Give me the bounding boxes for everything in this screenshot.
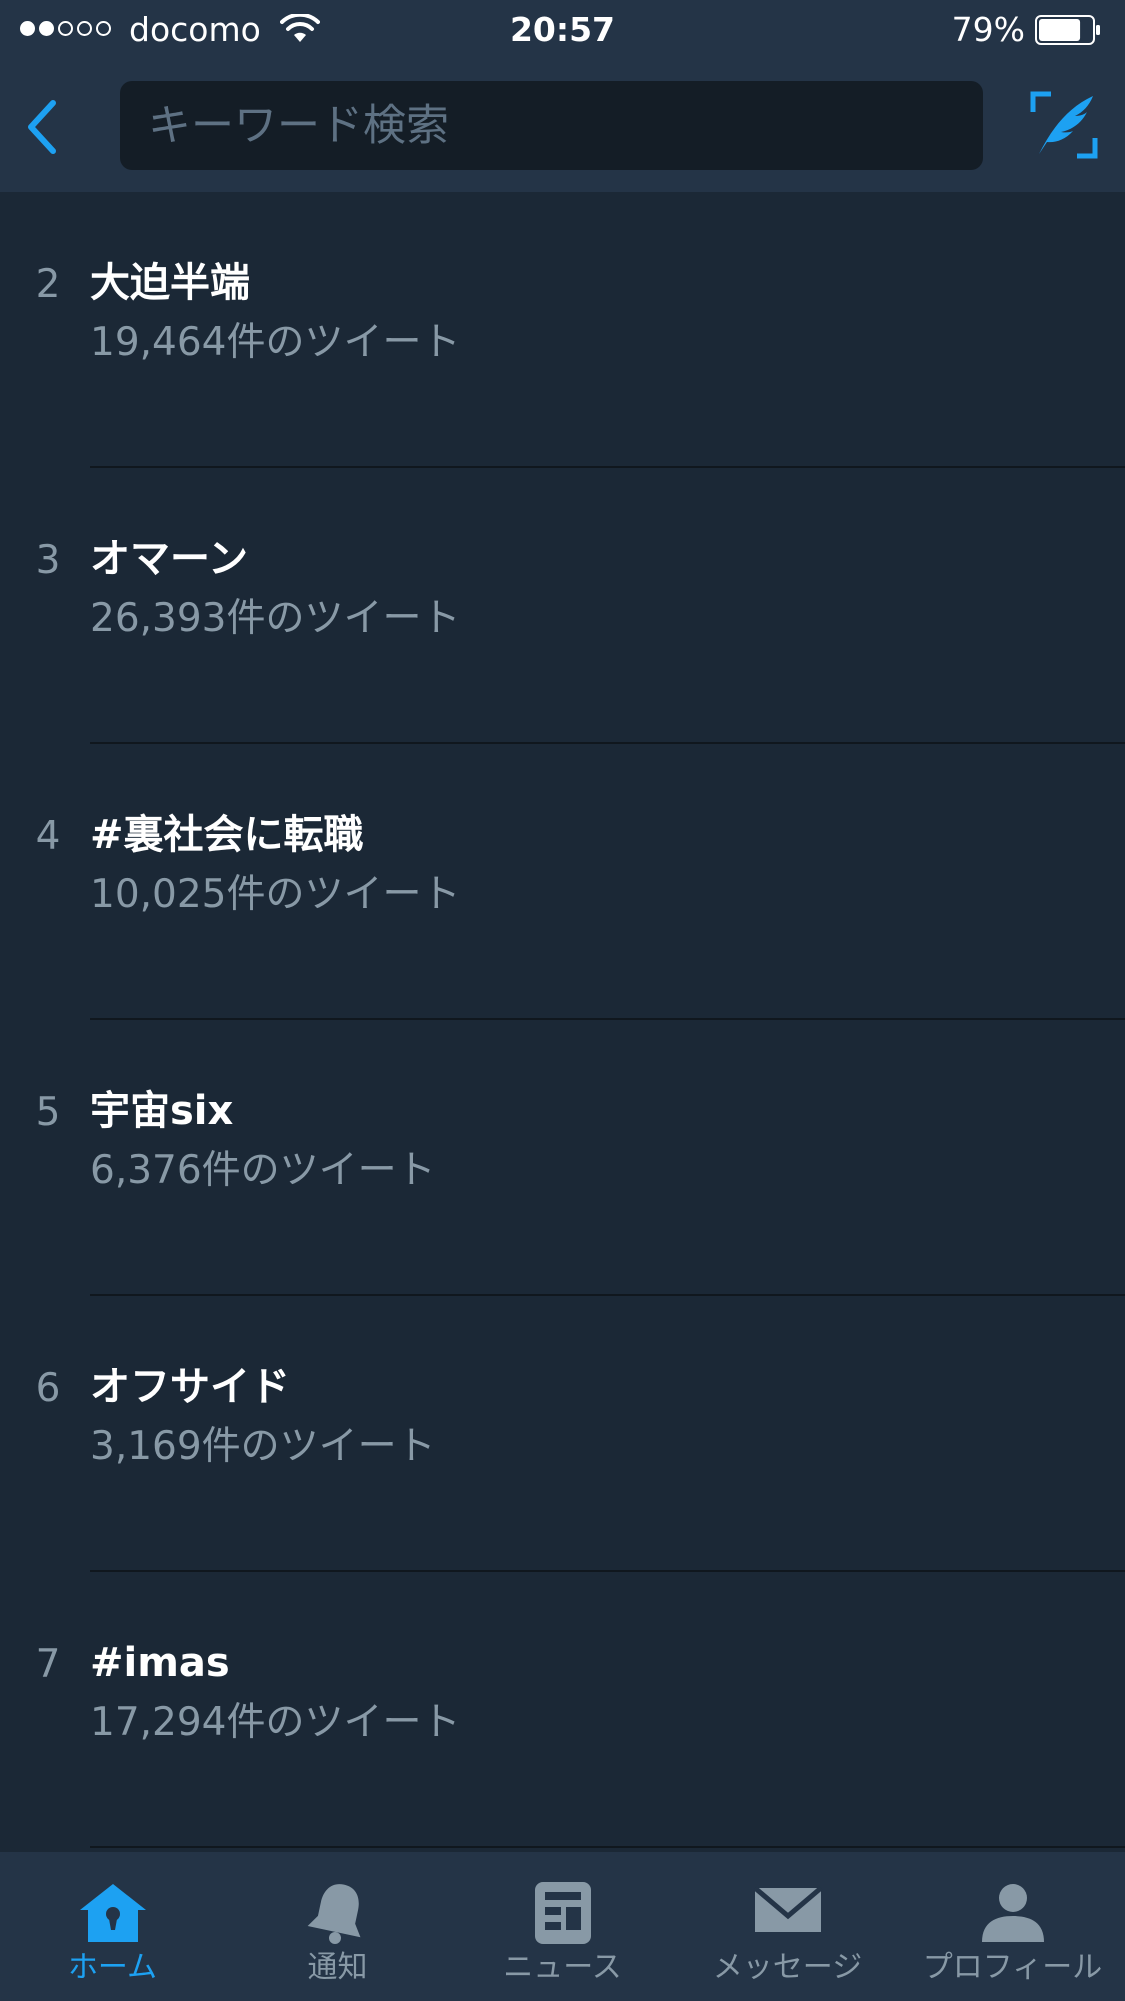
- trend-tweet-count: 10,025件のツイート: [90, 872, 461, 917]
- trend-tweet-count: 19,464件のツイート: [90, 320, 461, 365]
- envelope-icon: [753, 1886, 823, 1932]
- trend-name: オフサイド: [90, 1364, 290, 1410]
- trend-name: #裏社会に転職: [90, 812, 364, 858]
- trend-row[interactable]: 3 オマーン 26,393件のツイート: [0, 468, 1125, 744]
- person-icon: [982, 1884, 1044, 1942]
- tab-news[interactable]: ニュース: [450, 1852, 675, 2001]
- back-button[interactable]: [14, 92, 70, 162]
- trend-name: 宇宙six: [90, 1088, 234, 1134]
- trend-tweet-count: 3,169件のツイート: [90, 1424, 436, 1469]
- tab-profile[interactable]: プロフィール: [900, 1852, 1125, 2001]
- trend-row[interactable]: 2 大迫半端 19,464件のツイート: [0, 192, 1125, 468]
- trend-row[interactable]: 4 #裏社会に転職 10,025件のツイート: [0, 744, 1125, 1020]
- trend-row[interactable]: 7 #imas 17,294件のツイート: [0, 1572, 1125, 1848]
- trend-row[interactable]: 6 オフサイド 3,169件のツイート: [0, 1296, 1125, 1572]
- news-icon: [535, 1882, 591, 1944]
- trend-rank: 7: [35, 1642, 61, 1687]
- trend-rank: 4: [35, 814, 61, 859]
- bell-icon: [307, 1884, 361, 1944]
- tab-bar: ホーム 通知 ニュース メッセージ プロフィール: [0, 1852, 1125, 2001]
- trend-name: 大迫半端: [90, 260, 250, 306]
- tab-notifications[interactable]: 通知: [225, 1852, 450, 2001]
- trend-name: #imas: [90, 1640, 230, 1686]
- status-bar: docomo 20:57 79%: [0, 0, 1125, 62]
- trend-name: オマーン: [90, 536, 248, 582]
- trend-row[interactable]: 5 宇宙six 6,376件のツイート: [0, 1020, 1125, 1296]
- row-divider: [90, 1846, 1125, 1848]
- compose-quill-icon: [1030, 91, 1098, 159]
- trend-rank: 2: [35, 262, 61, 307]
- keyword-search-input[interactable]: [120, 81, 983, 170]
- home-icon: [80, 1884, 146, 1942]
- trend-tweet-count: 6,376件のツイート: [90, 1148, 436, 1193]
- tab-label: プロフィール: [922, 1950, 1103, 1985]
- tab-label: 通知: [307, 1950, 368, 1985]
- tab-label: メッセージ: [712, 1950, 863, 1985]
- trend-tweet-count: 17,294件のツイート: [90, 1700, 461, 1745]
- trend-rank: 3: [35, 538, 61, 583]
- tab-label: ホーム: [67, 1950, 158, 1985]
- trend-rank: 5: [35, 1090, 61, 1135]
- navigation-bar: [0, 62, 1125, 192]
- tab-label: ニュース: [503, 1950, 622, 1985]
- trend-tweet-count: 26,393件のツイート: [90, 596, 461, 641]
- trend-rank: 6: [35, 1366, 61, 1411]
- battery-percentage: 79%: [951, 10, 1025, 49]
- tab-messages[interactable]: メッセージ: [675, 1852, 900, 2001]
- chevron-left-icon: [28, 100, 56, 154]
- compose-tweet-button[interactable]: [1022, 82, 1106, 168]
- battery-icon: [1035, 15, 1100, 45]
- tab-home[interactable]: ホーム: [0, 1852, 225, 2001]
